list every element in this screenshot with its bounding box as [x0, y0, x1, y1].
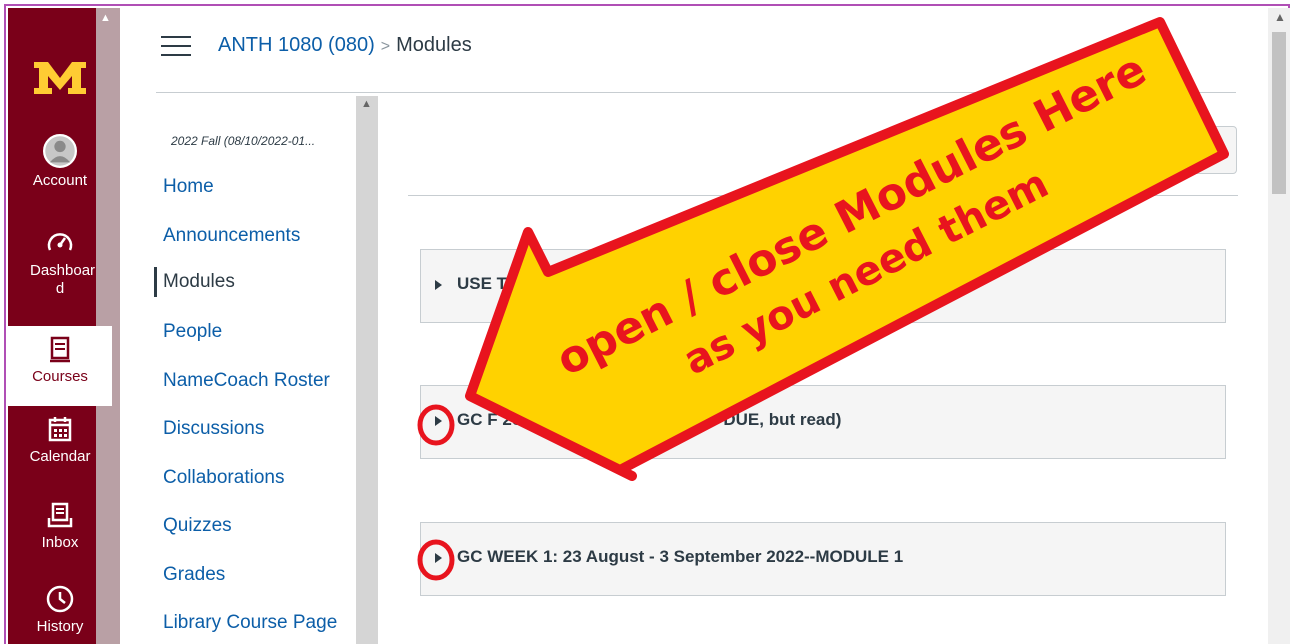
nav-label: Inbox — [41, 534, 79, 551]
nav-label: Calendar — [29, 448, 91, 465]
course-nav-modules[interactable]: Modules — [154, 267, 235, 297]
course-nav-library-course-page[interactable]: Library Course Page — [163, 612, 337, 634]
more-options-button[interactable]: ⋮ — [1193, 126, 1237, 174]
nav-item-inbox[interactable]: Inbox — [8, 500, 112, 570]
expand-triangle-icon[interactable] — [435, 280, 442, 290]
course-nav-grades[interactable]: Grades — [163, 564, 225, 586]
nav-item-calendar[interactable]: Calendar — [8, 414, 112, 484]
course-nav-discussions[interactable]: Discussions — [163, 418, 264, 440]
course-nav-announcements[interactable]: Announcements — [163, 225, 300, 247]
scrollbar-thumb[interactable] — [1272, 32, 1286, 194]
breadcrumb-course-link[interactable]: ANTH 1080 (080) — [218, 34, 375, 56]
nav-label: Dashboar d — [30, 262, 96, 297]
dashboard-icon — [47, 233, 73, 251]
nav-item-history[interactable]: History — [8, 584, 112, 644]
nav-label: Account — [32, 172, 88, 189]
toolbar-button[interactable] — [1152, 126, 1190, 174]
module-header[interactable]: GC WEEK 1: 23 August - 3 September 2022-… — [420, 522, 1226, 596]
course-nav-quizzes[interactable]: Quizzes — [163, 515, 232, 537]
term-label: 2022 Fall (08/10/2022-01... — [171, 134, 316, 148]
course-nav-home[interactable]: Home — [163, 176, 214, 198]
calendar-icon — [48, 417, 72, 442]
nav-item-dashboard[interactable]: Dashboar d — [8, 228, 112, 316]
course-nav-namecoach-roster[interactable]: NameCoach Roster — [163, 370, 330, 392]
nav-label: Courses — [32, 368, 88, 385]
university-logo[interactable] — [30, 58, 90, 98]
account-icon — [43, 134, 77, 168]
scroll-up-icon[interactable]: ▲ — [361, 98, 372, 110]
courses-icon — [50, 336, 70, 363]
course-nav-people[interactable]: People — [163, 321, 222, 343]
expand-triangle-icon[interactable] — [435, 553, 442, 563]
course-nav-collaborations[interactable]: Collaborations — [163, 467, 284, 489]
hamburger-menu-icon[interactable] — [161, 36, 191, 58]
nav-label: History — [36, 618, 84, 635]
module-header[interactable]: USE T "CO B ABOVE (If you do not, the fi… — [420, 249, 1226, 323]
page-scrollbar[interactable]: ▲ — [1268, 8, 1290, 644]
nav-item-account[interactable]: Account — [8, 134, 112, 212]
course-nav-scrollbar[interactable]: ▲ — [356, 96, 378, 644]
course-nav: 2022 Fall (08/10/2022-01... Home Announc… — [154, 96, 360, 644]
breadcrumb-separator: > — [380, 38, 391, 55]
nav-item-courses[interactable]: Courses — [8, 326, 112, 406]
breadcrumb-current: Modules — [396, 34, 472, 56]
expand-triangle-icon[interactable] — [435, 416, 442, 426]
content-divider — [408, 195, 1238, 196]
module-title: GC WEEK 1: 23 August - 3 September 2022-… — [457, 547, 904, 566]
module-title: GC F 2022 MEMOS (NOTHING IS DUE, but rea… — [457, 410, 842, 429]
module-title: USE T "CO B ABOVE (If you do not, the fi… — [457, 274, 820, 293]
scroll-up-icon[interactable]: ▲ — [1274, 10, 1286, 24]
module-header[interactable]: GC F 2022 MEMOS (NOTHING IS DUE, but rea… — [420, 385, 1226, 459]
scroll-up-icon[interactable]: ▲ — [100, 12, 111, 24]
inbox-icon — [47, 502, 73, 528]
header-divider — [156, 92, 1236, 93]
breadcrumb: ANTH 1080 (080) > Modules — [218, 34, 472, 57]
history-icon — [46, 585, 74, 613]
